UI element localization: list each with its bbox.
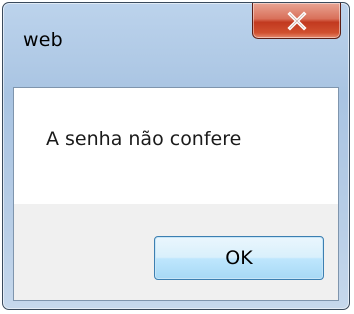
dialog-client-area: A senha não confere OK (13, 87, 339, 301)
button-area: OK (14, 204, 338, 300)
message-text: A senha não confere (46, 128, 242, 150)
close-button[interactable] (252, 3, 341, 39)
window-title: web (23, 29, 63, 51)
ok-button[interactable]: OK (154, 236, 324, 280)
close-icon (286, 10, 307, 31)
message-area: A senha não confere (14, 88, 338, 204)
dialog-window: web A senha não confere OK (2, 2, 350, 310)
title-bar[interactable]: web (3, 3, 349, 81)
